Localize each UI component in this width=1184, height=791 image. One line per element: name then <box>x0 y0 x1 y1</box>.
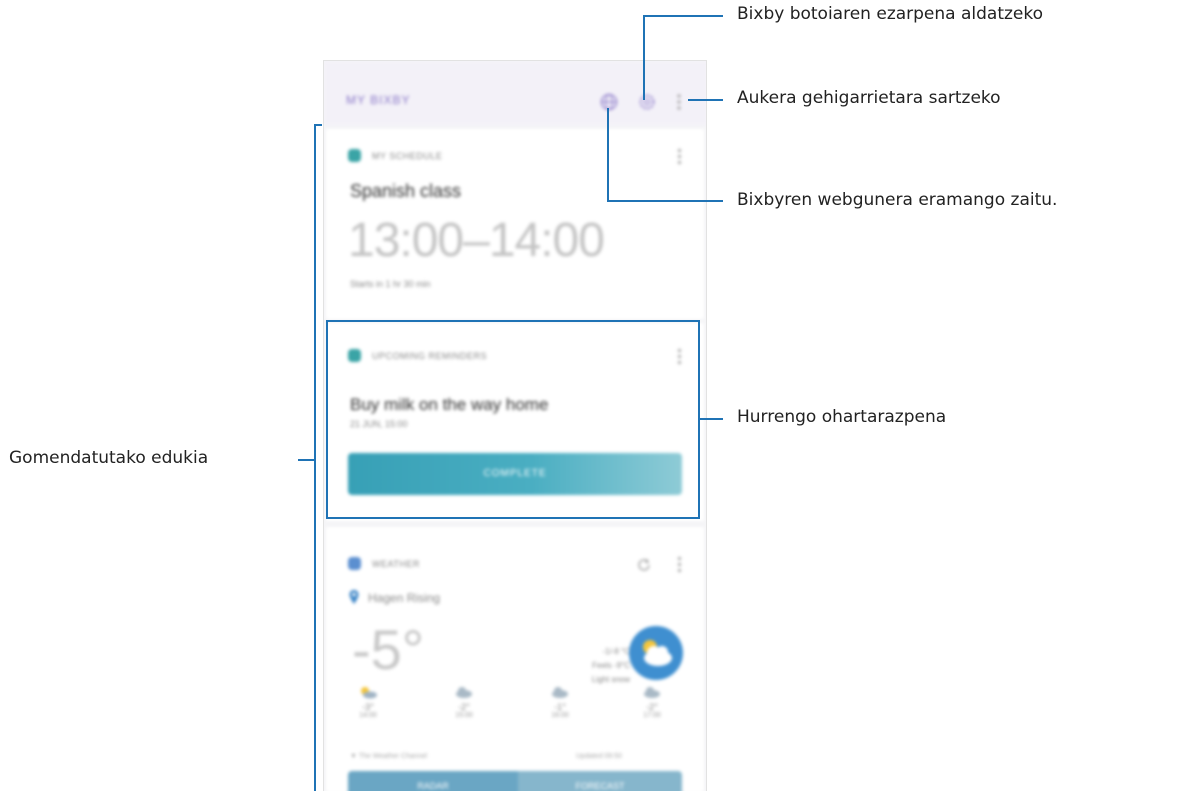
callout-bixby-button: Bixby botoiaren ezarpena aldatzeko <box>737 4 1044 24</box>
forecast-item: -1° 16:00 <box>540 685 580 719</box>
callout-line <box>643 15 723 17</box>
weather-updated-time: Updated 09:50 <box>576 753 622 760</box>
forecast-temp: -1° <box>554 702 566 712</box>
forecast-item: -3° 14:00 <box>348 685 388 719</box>
card-more-icon[interactable] <box>676 557 682 573</box>
location-pin-icon <box>349 590 359 604</box>
more-options-icon[interactable] <box>674 93 684 111</box>
callout-bracket <box>314 124 316 791</box>
reminder-highlight-box <box>326 320 700 519</box>
callout-line <box>643 15 645 100</box>
callout-bracket <box>314 124 322 126</box>
event-subtitle: Starts in 1 hr 30 min <box>350 279 431 289</box>
cloud-icon <box>456 687 472 698</box>
globe-icon[interactable] <box>600 93 618 111</box>
location-name: Hagen Rising <box>368 591 441 605</box>
forecast-temp: -2° <box>646 702 658 712</box>
schedule-app-icon <box>348 149 361 162</box>
forecast-time: 17:00 <box>643 712 661 719</box>
forecast-time: 16:00 <box>551 712 569 719</box>
forecast-item: -2° 17:00 <box>632 685 672 719</box>
radar-button[interactable]: RADAR <box>348 771 518 791</box>
callout-recommended: Gomendatutako edukia <box>9 448 209 468</box>
forecast-temp: -3° <box>362 702 374 712</box>
sun-cloud-icon <box>361 687 377 699</box>
forecast-time: 14:00 <box>359 712 377 719</box>
callout-next-reminder: Hurrengo ohartarazpena <box>737 407 947 427</box>
schedule-app-label: MY SCHEDULE <box>372 151 443 161</box>
card-more-icon[interactable] <box>676 149 682 165</box>
weather-detail-line: Feels -9°C <box>592 661 630 670</box>
weather-app-icon <box>348 557 361 570</box>
bixby-header: MY BIXBY <box>324 61 706 125</box>
weather-provider[interactable]: ▼ The Weather Channel <box>350 753 427 760</box>
cloud-icon <box>644 687 660 698</box>
event-time: 13:00–14:00 <box>348 214 605 267</box>
refresh-icon[interactable] <box>636 557 652 573</box>
callout-line <box>700 418 723 420</box>
forecast-time: 15:00 <box>455 712 473 719</box>
weather-detail-line: -1/-8 °C <box>602 647 630 656</box>
weather-app-label: WEATHER <box>372 559 420 569</box>
weather-details: -1/-8 °C Feels -9°C Light snow <box>546 645 630 687</box>
callout-line <box>607 108 609 202</box>
callout-line <box>607 200 723 202</box>
callout-website: Bixbyren webgunera eramango zaitu. <box>737 190 1058 210</box>
header-title: MY BIXBY <box>346 93 411 107</box>
current-temperature: -5° <box>352 618 425 681</box>
partly-cloudy-icon <box>629 626 683 680</box>
gear-icon[interactable] <box>638 93 656 111</box>
forecast-temp: -2° <box>458 702 470 712</box>
event-title: Spanish class <box>350 181 462 201</box>
forecast-item: -2° 15:00 <box>444 685 484 719</box>
callout-line <box>688 99 723 101</box>
forecast-button[interactable]: FORECAST <box>518 771 682 791</box>
callout-line <box>298 459 314 461</box>
weather-card[interactable]: WEATHER Hagen Rising -5° -1/-8 °C Feels … <box>326 527 704 791</box>
callout-more-options: Aukera gehigarrietara sartzeko <box>737 88 1001 108</box>
schedule-card[interactable]: MY SCHEDULE Spanish class 13:00–14:00 St… <box>326 129 704 319</box>
cloud-icon <box>552 687 568 698</box>
